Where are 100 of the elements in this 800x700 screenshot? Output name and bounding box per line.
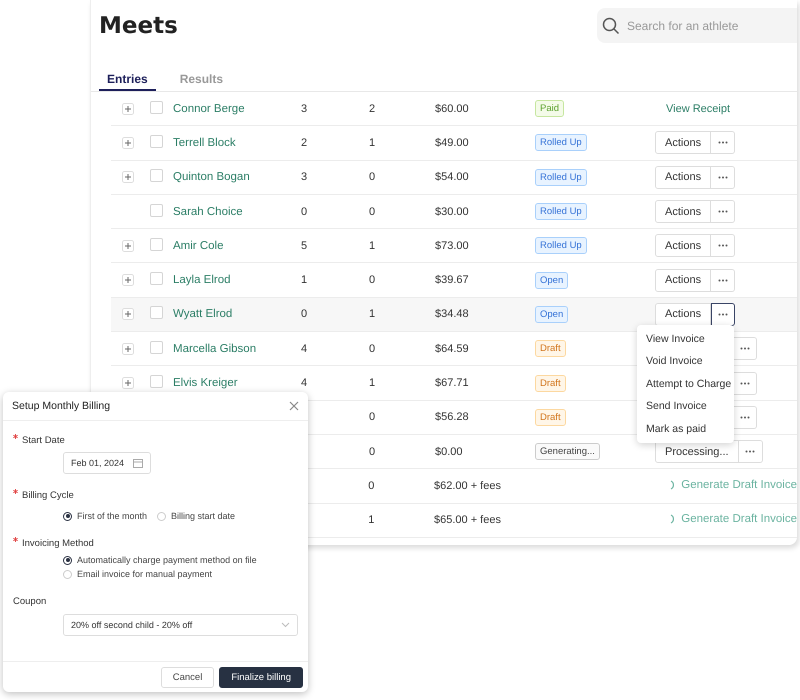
status-tag: Draft [535,340,566,358]
athlete-link[interactable]: Connor Berge [173,102,245,115]
table-cell: 1 [301,274,308,286]
table-cell: 1 [368,514,374,526]
row-checkbox[interactable] [150,100,163,114]
cancel-button[interactable]: Cancel [160,667,214,688]
menu-item[interactable]: Attempt to Charge [637,372,734,396]
ellipsis-icon [745,450,756,454]
expand-button[interactable] [122,342,134,355]
expand-button[interactable] [122,377,134,390]
menu-item[interactable]: Send Invoice [637,395,734,418]
radio-button[interactable] [63,556,72,564]
table-cell: 0 [301,206,308,218]
row-checkbox[interactable] [150,238,163,251]
expand-button[interactable] [122,274,134,286]
table-cell: 1 [369,240,376,252]
table-cell: 0 [369,206,376,218]
actions-button[interactable]: Actions [655,268,712,292]
expand-button[interactable] [122,102,134,115]
athlete-link[interactable]: Sarah Choice [173,206,243,218]
chevron-down-icon [281,622,290,628]
table-cell: 3 [301,171,308,184]
amount-cell: $39.67 [435,274,469,286]
field-label: Start Date [13,433,298,449]
athlete-link[interactable]: Wyatt Elrod [173,308,232,320]
table-cell: 0 [301,308,308,320]
finalize-button[interactable]: Finalize billing [219,667,303,688]
actions-button[interactable]: Actions [655,200,712,224]
ellipsis-icon [718,312,728,316]
athlete-link[interactable]: Terrell Block [173,136,236,149]
athlete-link[interactable]: Quinton Bogan [173,171,250,184]
athlete-link[interactable]: Amir Cole [173,240,224,252]
row-checkbox[interactable] [150,204,163,217]
actions-button[interactable]: Actions [655,302,712,326]
ellipsis-icon [740,416,750,419]
actions-button[interactable]: Actions [655,166,712,189]
status-tag: Draft [535,408,566,426]
table-cell: 2 [369,102,376,115]
amount-cell: $60.00 [435,102,469,115]
amount-cell: $62.00 + fees [434,480,501,492]
field-label: Coupon [13,595,48,609]
calendar-icon [133,458,143,468]
row-checkbox[interactable] [150,272,163,286]
actions-button[interactable]: Actions [655,131,712,154]
row-checkbox[interactable] [150,306,163,320]
ellipsis-icon [718,278,728,282]
radio-button[interactable] [63,512,72,520]
status-tag: Rolled Up [535,237,587,254]
menu-item[interactable]: Void Invoice [637,350,734,373]
ellipsis-icon [718,210,728,214]
amount-cell: $34.48 [435,308,469,320]
loading-icon [670,514,676,524]
menu-item[interactable]: Mark as paid [637,418,734,440]
status-tag: Paid [535,100,564,118]
table-cell: 4 [301,342,308,355]
status-tag: Generating... [535,443,600,460]
expand-button[interactable] [122,240,134,252]
expand-button[interactable] [122,171,134,184]
amount-cell: $65.00 + fees [434,514,501,526]
table-cell: 3 [301,102,308,115]
search-field[interactable]: Search for an athlete [597,8,797,43]
date-field[interactable]: Feb 01, 2024 [63,452,151,474]
row-checkbox[interactable] [150,375,163,388]
ellipsis-icon [718,176,728,179]
close-icon[interactable] [289,401,299,411]
row-checkbox[interactable] [150,169,163,182]
field-label: Invoicing Method [13,536,298,552]
table-cell: 1 [369,308,376,320]
status-tag: Open [535,306,568,323]
amount-cell: $67.71 [435,377,469,390]
athlete-link[interactable]: Marcella Gibson [173,342,256,355]
expand-button[interactable] [122,136,134,149]
row-checkbox[interactable] [150,134,163,148]
amount-cell: $64.59 [435,342,469,355]
row-checkbox[interactable] [150,340,163,354]
status-tag: Draft [535,374,566,392]
view-receipt-link[interactable]: View Receipt [666,102,730,115]
athlete-link[interactable]: Elvis Kreiger [173,377,238,390]
coupon-select[interactable]: 20% off second child - 20% off [63,614,298,636]
table-cell: 5 [301,240,308,252]
athlete-link[interactable]: Layla Elrod [173,274,231,286]
status-tag: Rolled Up [535,134,587,152]
required-icon [13,434,18,439]
amount-cell: $73.00 [435,240,469,252]
menu-item[interactable]: View Invoice [637,328,734,350]
more-button[interactable] [711,302,736,326]
radio-label: Billing start date [171,511,236,521]
table-cell: 4 [301,377,308,390]
required-icon [13,489,18,494]
actions-button[interactable]: Actions [655,234,712,258]
amount-cell: $30.00 [435,206,469,218]
status-tag: Rolled Up [535,168,587,186]
table-cell: 0 [369,411,376,424]
expand-button[interactable] [122,308,134,320]
tab[interactable]: Entries [99,72,156,91]
required-icon [13,537,18,542]
search-icon [602,17,620,35]
table-cell: 0 [368,480,374,492]
radio-label: Email invoice for manual payment [77,569,212,579]
amount-cell: $49.00 [435,136,469,149]
